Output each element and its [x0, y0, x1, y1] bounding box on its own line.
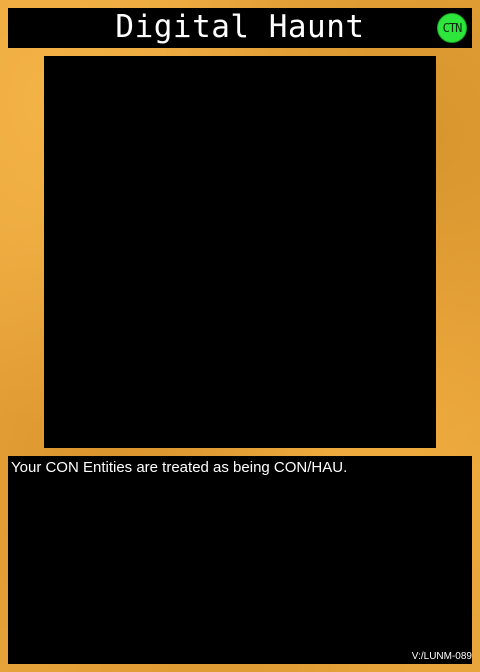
effect-text-box: Your CON Entities are treated as being C… — [8, 456, 472, 664]
effect-text: Your CON Entities are treated as being C… — [11, 459, 348, 476]
card-artwork — [44, 56, 436, 448]
title-bar: Digital Haunt CTN — [8, 8, 472, 48]
card-title: Digital Haunt — [115, 9, 365, 45]
card-id: V:/LUNM-089 — [411, 651, 472, 662]
card-frame: Digital Haunt CTN Your CON Entities are … — [0, 0, 480, 672]
card-type-badge: CTN — [437, 13, 467, 43]
